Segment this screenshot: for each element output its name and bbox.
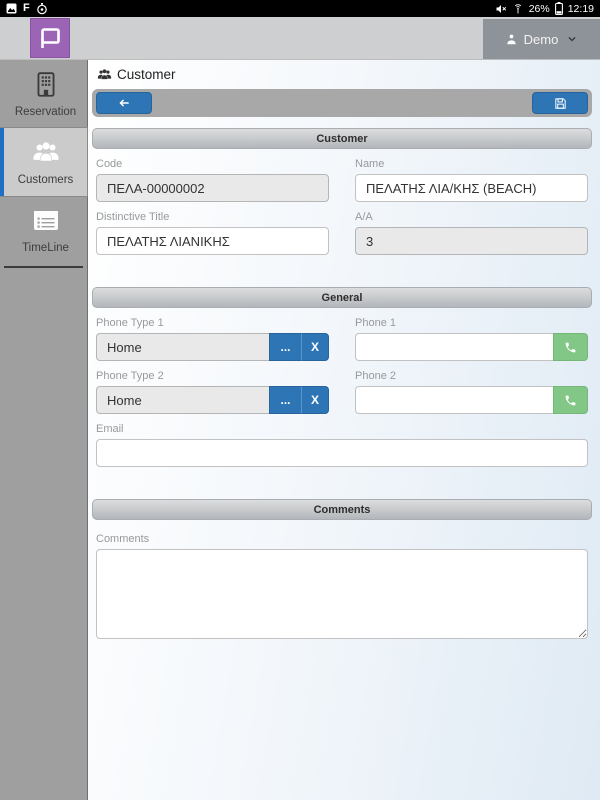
building-icon (33, 71, 59, 99)
general-section-header: General (92, 287, 592, 308)
battery-percent: 26% (528, 2, 550, 15)
phone-icon (565, 342, 576, 352)
sidebar-item-timeline[interactable]: TimeLine (0, 196, 87, 264)
sidebar-item-label: TimeLine (22, 242, 69, 254)
phone-2-field[interactable] (355, 386, 553, 414)
app-logo[interactable] (30, 18, 70, 58)
name-field[interactable] (355, 174, 588, 202)
main-content: Customer Customer Code ΠΕΛΑ-00000002 Nam… (88, 60, 600, 800)
app-header: Demo (0, 17, 600, 60)
general-section: General Phone Type 1 ... X Phone 1 (92, 287, 592, 467)
back-button[interactable] (96, 92, 152, 114)
phone-2-call-button[interactable] (553, 386, 588, 414)
user-menu[interactable]: Demo (483, 19, 600, 59)
sidebar-item-customers[interactable]: Customers (0, 127, 88, 197)
mute-icon (495, 3, 507, 15)
customer-section: Customer Code Name Distinctive Title (92, 128, 592, 255)
arrow-left-icon (119, 99, 129, 107)
code-label: Code (96, 158, 123, 170)
distinctive-title-label: Distinctive Title (96, 211, 170, 223)
chevron-down-icon (568, 37, 576, 42)
sidebar-item-reservation[interactable]: Reservation (0, 60, 87, 128)
app-notification-f-icon: F (23, 2, 30, 14)
aa-label: Α/Α (355, 211, 373, 223)
phone-icon (565, 395, 576, 405)
timer-notification-icon (36, 2, 48, 15)
code-field[interactable] (96, 174, 329, 202)
phone-type-1-field[interactable] (96, 333, 269, 361)
sidebar-item-label: Customers (17, 174, 74, 186)
distinctive-title-field[interactable] (96, 227, 329, 255)
user-icon (507, 34, 516, 44)
phone-1-call-button[interactable] (553, 333, 588, 361)
signal-icon (512, 3, 524, 15)
phone-type-1-browse-button[interactable]: ... (269, 333, 302, 361)
email-field[interactable] (96, 439, 588, 467)
screenshot-notification-icon (6, 3, 17, 14)
clock: 12:19 (567, 2, 594, 15)
comments-label: Comments (96, 533, 150, 545)
battery-icon (554, 2, 563, 15)
phone-type-2-browse-button[interactable]: ... (269, 386, 302, 414)
phone-type-2-label: Phone Type 2 (96, 370, 164, 382)
phone-type-1-clear-button[interactable]: X (302, 333, 329, 361)
phone-2-label: Phone 2 (355, 370, 396, 382)
page-title: Customer (117, 67, 176, 82)
email-label: Email (96, 423, 124, 435)
sidebar-item-label: Reservation (14, 106, 77, 118)
list-icon (31, 207, 61, 235)
phone-1-field[interactable] (355, 333, 553, 361)
comments-field[interactable] (96, 549, 588, 639)
page-title-row: Customer (96, 67, 592, 82)
speech-bubble-icon (41, 28, 60, 48)
save-icon (554, 97, 566, 109)
aa-field[interactable] (355, 227, 588, 255)
user-name: Demo (523, 31, 559, 47)
people-group-icon (97, 68, 112, 79)
customer-section-header: Customer (92, 128, 592, 149)
name-label: Name (355, 158, 385, 170)
sidebar: Reservation Customers TimeLine (0, 60, 88, 800)
phone-type-1-label: Phone Type 1 (96, 317, 164, 329)
comments-section: Comments Comments (92, 499, 592, 639)
comments-section-header: Comments (92, 499, 592, 520)
save-button[interactable] (532, 92, 588, 114)
phone-1-label: Phone 1 (355, 317, 396, 329)
sidebar-divider (4, 266, 83, 268)
people-group-icon (30, 139, 62, 167)
phone-type-2-field[interactable] (96, 386, 269, 414)
toolbar (92, 89, 592, 117)
status-bar: F 26% 12:19 (0, 0, 600, 17)
phone-type-2-clear-button[interactable]: X (302, 386, 329, 414)
